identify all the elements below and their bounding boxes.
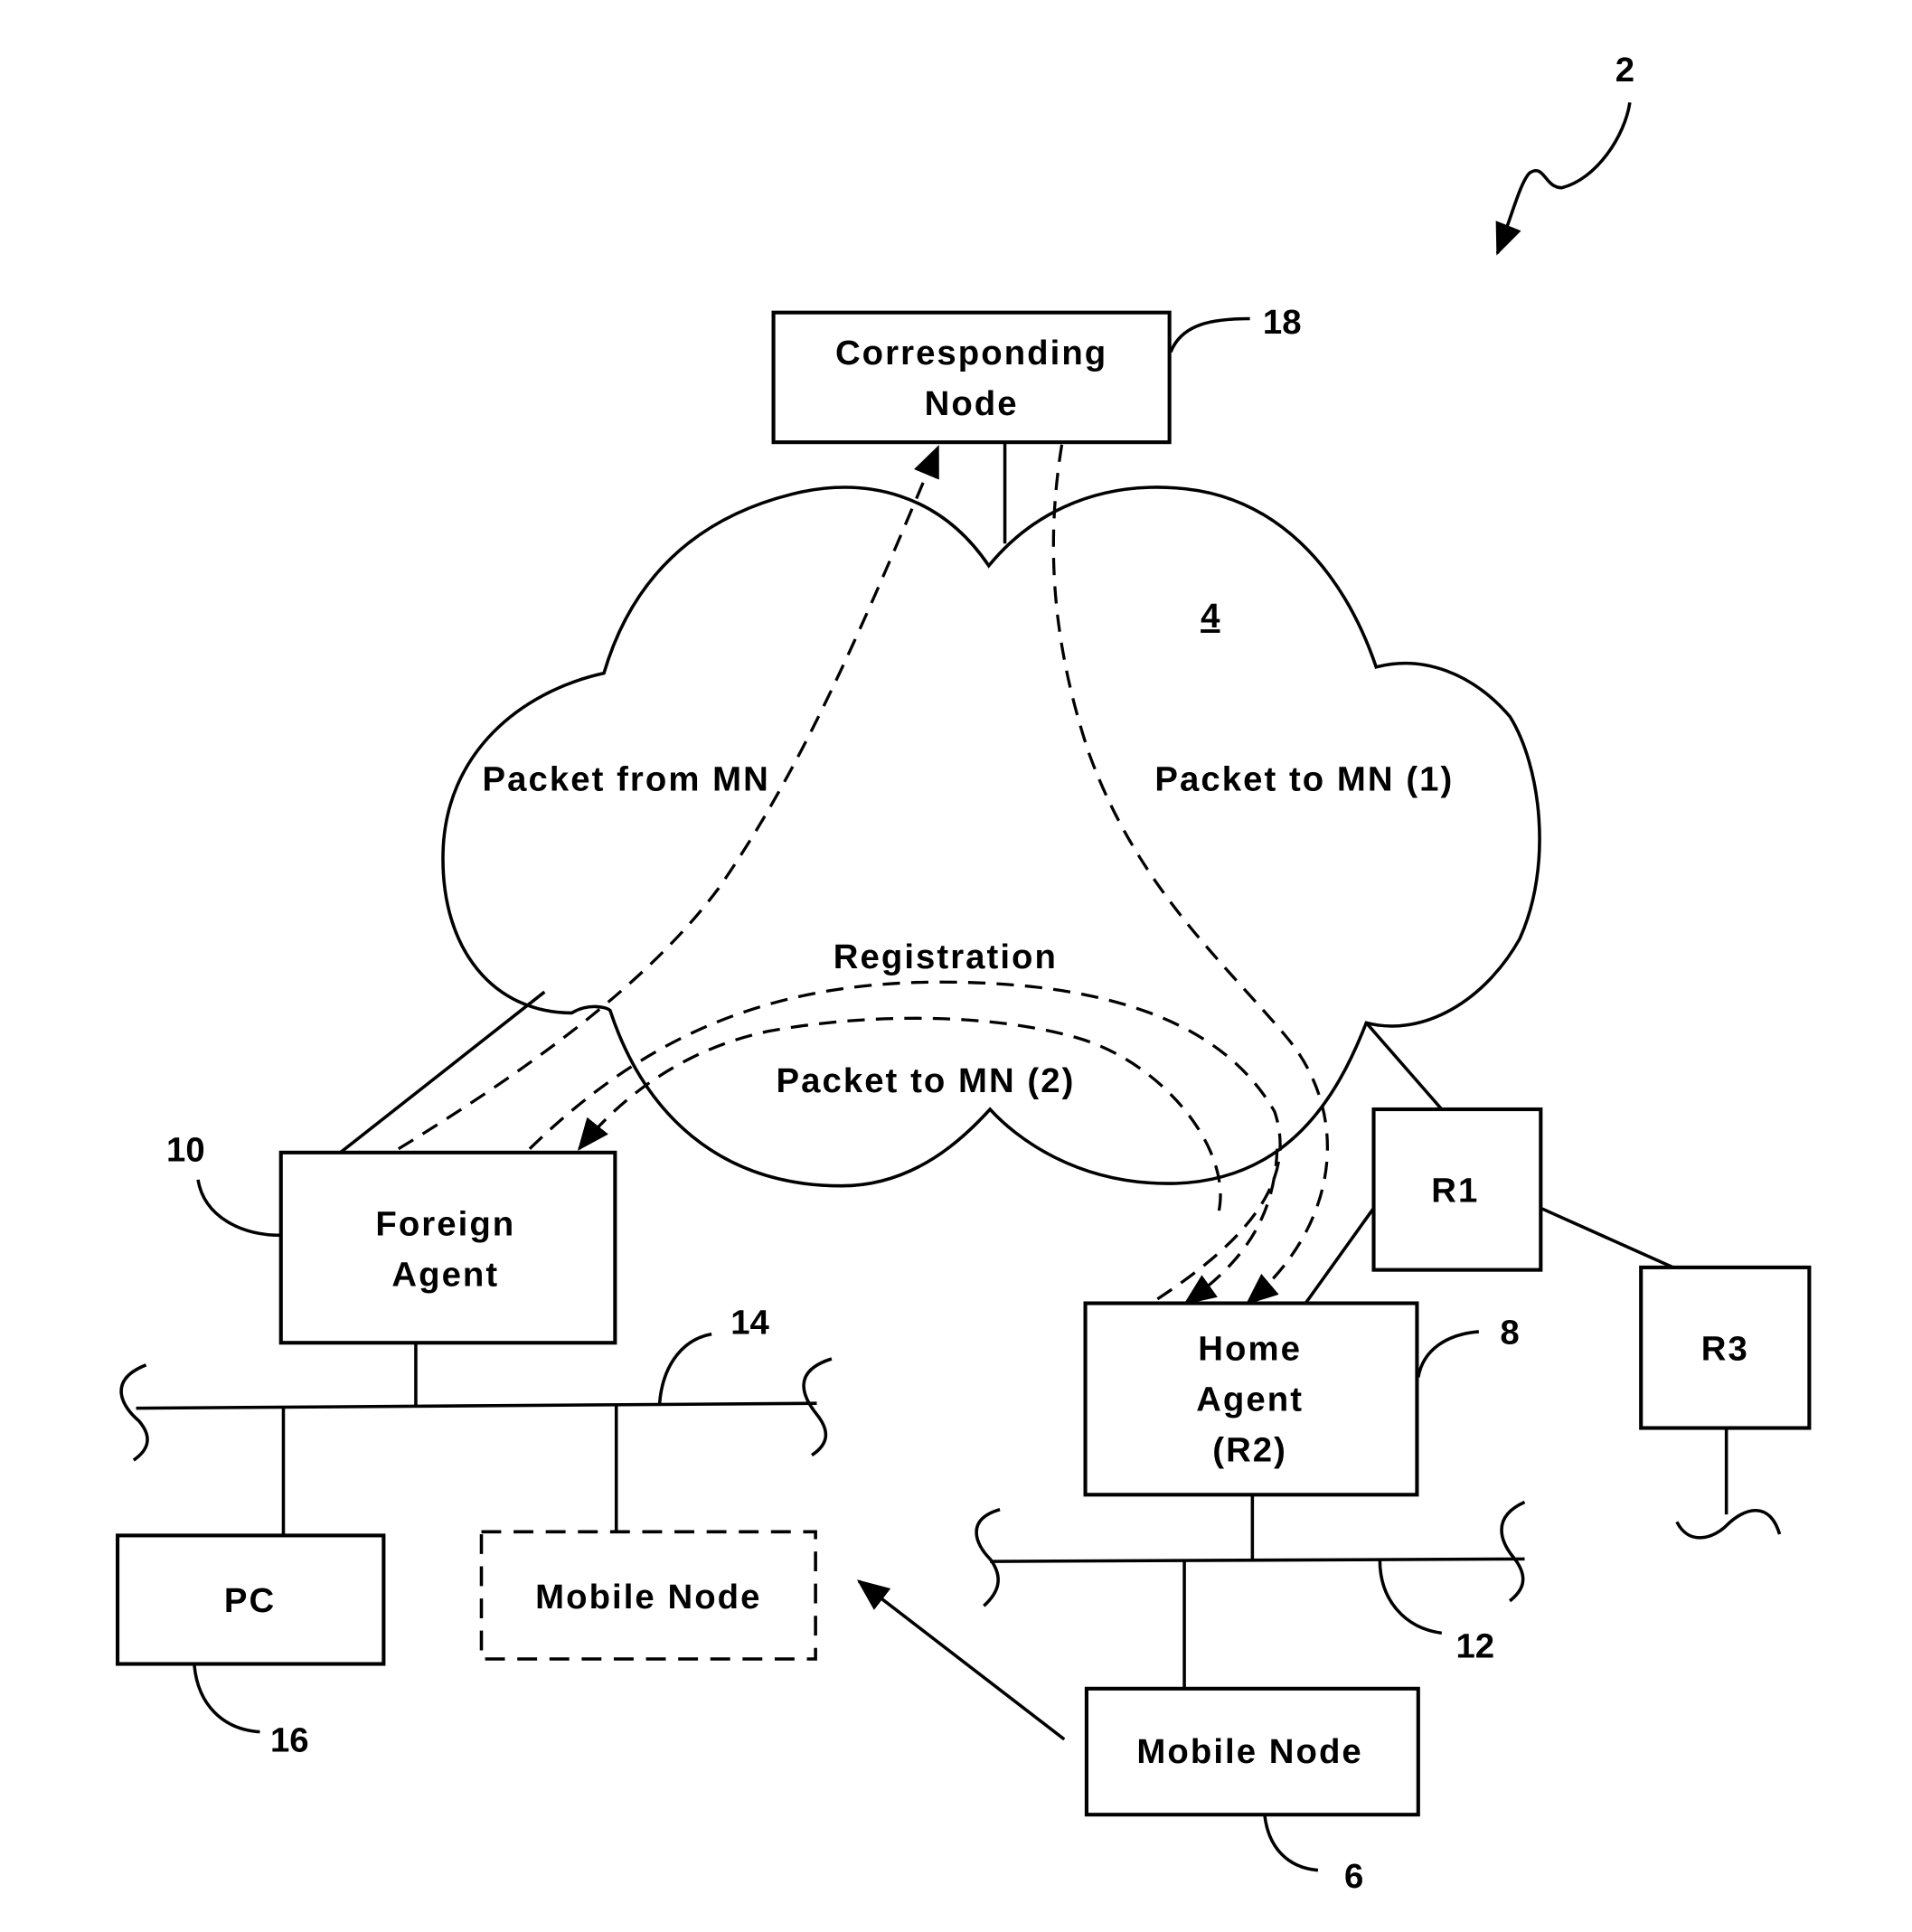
- pc-node[interactable]: PC: [115, 1533, 386, 1666]
- corresponding-node-label-2: Node: [925, 384, 1019, 423]
- mobile-node-home[interactable]: Mobile Node: [1084, 1686, 1420, 1817]
- router-r1-label: R1: [1431, 1172, 1479, 1211]
- foreign-lan-ref: 14: [730, 1304, 769, 1343]
- mobile-node-home-ref: 6: [1344, 1857, 1363, 1896]
- pc-ref: 16: [270, 1721, 309, 1760]
- home-agent-ref: 8: [1500, 1314, 1519, 1352]
- home-agent[interactable]: Home Agent (R2): [1083, 1301, 1419, 1497]
- home-lan-leader: [1378, 1560, 1443, 1635]
- foreign-agent-cloud-link: [339, 990, 546, 1154]
- network-ref: 4: [1201, 597, 1220, 636]
- mobile-ip-network-diagram: 2 4 Corresponding Node 18 Foreign Agent …: [115, 51, 1812, 1896]
- mobile-node-home-label: Mobile Node: [1136, 1732, 1362, 1771]
- foreign-lan-bus: [136, 1401, 817, 1410]
- foreign-lan-break-left: [119, 1363, 149, 1462]
- home-lan-ref: 12: [1455, 1627, 1494, 1666]
- router-r1[interactable]: R1: [1371, 1107, 1543, 1272]
- home-lan-break-right: [1500, 1500, 1526, 1603]
- flow-label-packet-to-mn-2: Packet to MN (2): [776, 1061, 1075, 1100]
- flow-label-packet-to-mn-1: Packet to MN (1): [1154, 760, 1454, 799]
- mobile-node-movement-arrow: [856, 1579, 1066, 1741]
- home-agent-label-1: Home: [1198, 1329, 1302, 1368]
- pc-label: PC: [224, 1581, 276, 1620]
- flow-registration-arrow: [1183, 1148, 1279, 1305]
- mobile-node-visiting-label: Mobile Node: [535, 1578, 761, 1616]
- home-agent-label-3: (R2): [1212, 1430, 1287, 1469]
- foreign-agent[interactable]: Foreign Agent: [278, 1150, 617, 1345]
- corresponding-node[interactable]: Corresponding Node: [771, 310, 1172, 445]
- r1-home-agent-link: [1304, 1207, 1375, 1305]
- r1-r3-link: [1540, 1206, 1674, 1269]
- flow-label-registration: Registration: [834, 938, 1058, 976]
- foreign-agent-label-2: Agent: [391, 1255, 499, 1294]
- corresponding-node-ref: 18: [1263, 303, 1302, 342]
- foreign-agent-leader: [196, 1179, 281, 1238]
- router-r3[interactable]: R3: [1639, 1265, 1812, 1430]
- corresponding-node-label-1: Corresponding: [835, 334, 1107, 372]
- flow-label-packet-from-mn: Packet from MN: [483, 760, 770, 799]
- foreign-agent-ref: 10: [166, 1130, 205, 1169]
- flow-packet-to-mn-2: [577, 1016, 1222, 1211]
- router-r3-label: R3: [1701, 1329, 1749, 1368]
- foreign-agent-label-1: Foreign: [375, 1204, 515, 1243]
- foreign-lan-leader: [657, 1332, 712, 1404]
- figure-ref-arrow: [1495, 102, 1632, 256]
- foreign-lan-break-right: [802, 1357, 833, 1457]
- corresponding-node-leader: [1169, 316, 1250, 353]
- mobile-node-visiting[interactable]: Mobile Node: [479, 1530, 817, 1661]
- flow-registration: [528, 980, 1282, 1305]
- home-agent-leader: [1417, 1330, 1480, 1378]
- home-agent-label-2: Agent: [1196, 1380, 1304, 1418]
- r1-cloud-link: [1364, 1022, 1444, 1111]
- pc-leader: [193, 1664, 260, 1734]
- home-lan-bus: [990, 1557, 1525, 1563]
- mobile-node-home-leader: [1263, 1815, 1319, 1872]
- home-lan-break-left: [975, 1507, 1001, 1607]
- r3-break: [1675, 1508, 1782, 1540]
- figure-ref-number: 2: [1615, 51, 1634, 90]
